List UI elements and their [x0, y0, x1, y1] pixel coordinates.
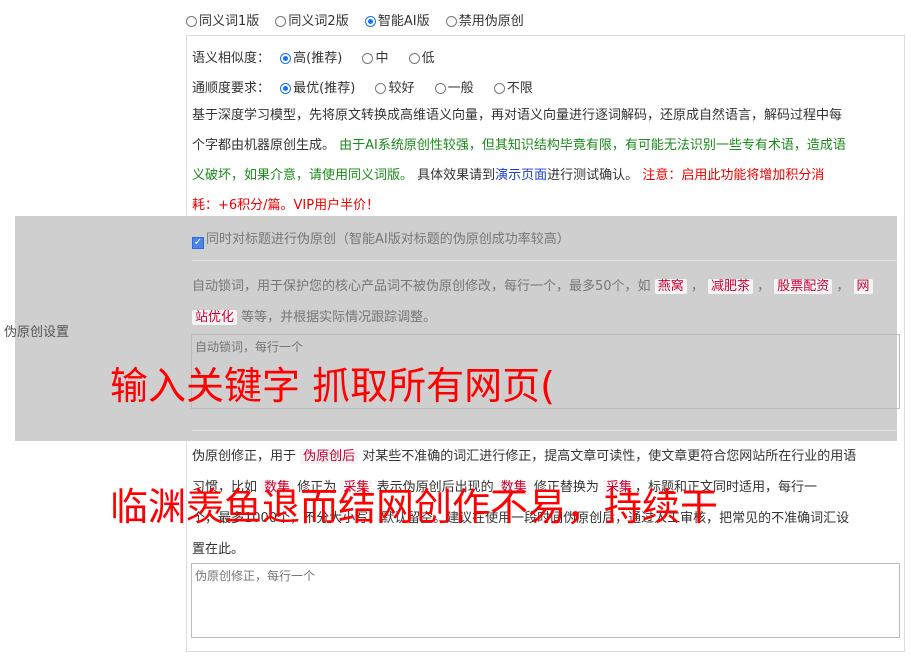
fluency-option-normal[interactable]: 一般 [434, 81, 474, 96]
side-label: 伪原创设置 [4, 325, 70, 340]
radio-icon[interactable] [434, 83, 446, 94]
divider [192, 260, 898, 261]
tag: 燕窝 [654, 279, 687, 294]
divider [192, 430, 898, 431]
radio-icon[interactable] [275, 16, 287, 27]
tag: 站优化 [192, 310, 238, 325]
mode-option-synonym-1[interactable]: 同义词1版 [186, 14, 259, 29]
radio-icon[interactable] [375, 83, 387, 94]
tag: 网 [853, 279, 873, 294]
tag: 减肥茶 [707, 279, 753, 294]
similarity-label: 语义相似度： [192, 51, 271, 66]
fluency-label: 通顺度要求： [192, 81, 271, 96]
fluency-option-best[interactable]: 最优(推荐) [280, 81, 355, 96]
mode-option-synonym-2[interactable]: 同义词2版 [275, 14, 349, 29]
demo-page-link[interactable]: 演示页面 [495, 168, 547, 183]
fluency-row: 通顺度要求： 最优(推荐) 较好 一般 不限 [192, 77, 549, 96]
similarity-option-mid[interactable]: 中 [362, 51, 388, 66]
radio-icon[interactable] [362, 53, 374, 64]
lock-words-desc: 自动锁词，用于保护您的核心产品词不被伪原创修改，每行一个，最多50个，如 燕窝 … [192, 271, 898, 333]
radio-icon[interactable] [408, 53, 420, 64]
ai-description: 基于深度学习模型，先将原文转换成高维语义向量，再对语义向量进行逐词解码，还原成自… [192, 108, 846, 213]
radio-checked-icon[interactable] [280, 53, 292, 64]
watermark-line-1: 输入关键字 抓取所有网页( [110, 364, 555, 408]
similarity-row: 语义相似度： 高(推荐) 中 低 [192, 47, 451, 66]
fluency-option-any[interactable]: 不限 [493, 81, 533, 96]
radio-checked-icon[interactable] [364, 16, 376, 27]
tag: 伪原创后 [300, 449, 359, 464]
correction-input[interactable] [191, 563, 900, 638]
radio-icon[interactable] [493, 83, 505, 94]
mode-selector: 同义词1版 同义词2版 智能AI版 禁用伪原创 [186, 10, 536, 29]
title-option[interactable]: ✓ 同时对标题进行伪原创（智能AI版对标题的伪原创成功率较高） [192, 228, 570, 249]
similarity-option-low[interactable]: 低 [408, 51, 435, 66]
radio-checked-icon[interactable] [280, 83, 292, 94]
watermark-line-2: 临渊羡鱼退而结网创作不易，持续干 [110, 485, 719, 529]
mode-option-disable[interactable]: 禁用伪原创 [445, 14, 524, 29]
tag: 股票配资 [774, 279, 833, 294]
mode-option-ai[interactable]: 智能AI版 [364, 14, 430, 29]
fluency-option-good[interactable]: 较好 [375, 81, 414, 96]
radio-icon[interactable] [186, 16, 197, 27]
radio-icon[interactable] [445, 16, 457, 27]
similarity-option-high[interactable]: 高(推荐) [280, 51, 342, 66]
checkbox-checked-icon[interactable]: ✓ [192, 237, 204, 249]
